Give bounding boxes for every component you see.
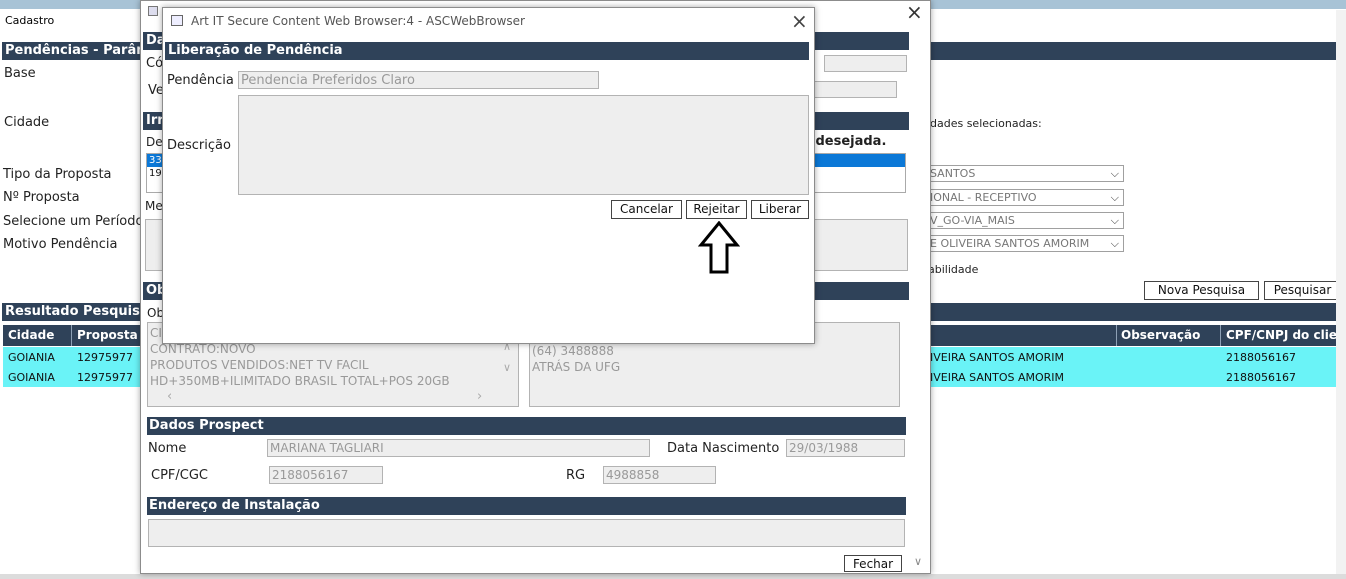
chevron-down-icon: ⌵ (1110, 191, 1119, 204)
cell-proposta: 12975977 (77, 351, 133, 364)
close-icon[interactable]: × (906, 0, 923, 24)
pendencia-label: Pendência (167, 73, 234, 88)
select-tipo-proposta[interactable]: SANTOS ⌵ (925, 165, 1124, 182)
pesquisar-button[interactable]: Pesquisar (1264, 281, 1341, 300)
obs-line: ATRÁS DA UFG (532, 360, 621, 374)
obs-line: PRODUTOS VENDIDOS:NET TV FACIL (150, 358, 369, 372)
page-scrollbar[interactable] (1336, 10, 1346, 575)
numero-proposta-label: Nº Proposta (3, 190, 80, 205)
col-divider (71, 325, 72, 346)
detail-window-icon (148, 6, 158, 16)
select-value: V_GO-VIA_MAIS (930, 214, 1015, 227)
data-nascimento-label: Data Nascimento (667, 441, 780, 456)
codigo-label: Có (146, 56, 164, 71)
base-label: Base (4, 66, 36, 81)
cell-vendedor: IVEIRA SANTOS AMORIM (930, 351, 1065, 364)
detail-scroll-down-icon[interactable]: ∨ (914, 555, 922, 568)
browser-window-icon (171, 15, 183, 26)
pendencia-field[interactable]: Pendencia Preferidos Claro (238, 71, 599, 89)
descricao-textarea[interactable] (238, 95, 809, 195)
rg-field[interactable]: 4988858 (603, 466, 716, 484)
tipo-proposta-label: Tipo da Proposta (3, 167, 112, 182)
dados-prospect-title: Dados Prospect (147, 417, 906, 435)
list-item[interactable]: 19 (149, 168, 162, 179)
cpf-field[interactable]: 2188056167 (269, 466, 383, 484)
cell-cidade: GOIANIA (8, 351, 55, 364)
motivo-label: Motivo Pendência (3, 237, 118, 252)
cell-proposta: 12975977 (77, 371, 133, 384)
obs-line: (64) 3488888 (532, 344, 614, 358)
cpf-label: CPF/CGC (151, 468, 209, 483)
obs-scroll-right-icon[interactable]: › (477, 389, 482, 404)
checkbox-label: abilidade (928, 263, 979, 276)
cell-cpf: 2188056167 (1226, 371, 1296, 384)
nome-label: Nome (148, 441, 187, 456)
select-periodo[interactable]: V_GO-VIA_MAIS ⌵ (925, 212, 1124, 229)
close-icon[interactable]: × (791, 9, 808, 33)
selected-units-note: dades selecionadas: (930, 117, 1042, 130)
select-value: E OLIVEIRA SANTOS AMORIM (930, 237, 1090, 250)
rejeitar-button[interactable]: Rejeitar (686, 200, 747, 219)
select-value: IONAL - RECEPTIVO (930, 191, 1037, 204)
col-divider (1116, 325, 1117, 346)
col-observacao[interactable]: Observação (1121, 328, 1200, 342)
col-proposta[interactable]: Proposta (77, 328, 138, 342)
obs-line: HD+350MB+ILIMITADO BRASIL TOTAL+POS 20GB (150, 374, 450, 388)
chevron-down-icon: ⌵ (1110, 214, 1119, 227)
cell-cidade: GOIANIA (8, 371, 55, 384)
cell-vendedor: IVEIRA SANTOS AMORIM (930, 371, 1065, 384)
endereco-field[interactable] (148, 519, 905, 547)
periodo-label: Selecione um Período (3, 214, 144, 229)
cancelar-button[interactable]: Cancelar (611, 200, 682, 219)
descricao-hint: De (146, 135, 163, 149)
cadastro-tab[interactable]: Cadastro (5, 14, 54, 27)
nova-pesquisa-button[interactable]: Nova Pesquisa (1144, 281, 1259, 300)
dialog-title: Art IT Secure Content Web Browser:4 - AS… (191, 14, 525, 28)
data-nascimento-field[interactable]: 29/03/1988 (786, 439, 905, 457)
select-canal[interactable]: IONAL - RECEPTIVO ⌵ (925, 189, 1124, 206)
select-value: SANTOS (930, 167, 976, 180)
list-item[interactable]: 33 (149, 155, 162, 166)
cell-cpf: 2188056167 (1226, 351, 1296, 364)
cidade-label: Cidade (4, 115, 50, 130)
endereco-title: Endereço de Instalação (147, 497, 906, 515)
rg-label: RG (566, 468, 586, 483)
col-cidade[interactable]: Cidade (8, 328, 54, 342)
bottom-status-bar (0, 574, 1346, 579)
descricao-label: Descrição (167, 138, 231, 153)
codigo-field[interactable] (824, 55, 907, 72)
select-vendedor[interactable]: E OLIVEIRA SANTOS AMORIM ⌵ (925, 235, 1124, 252)
chevron-down-icon: ⌵ (1110, 167, 1119, 180)
nome-field[interactable]: MARIANA TAGLIARI (267, 439, 650, 457)
obs-scroll-left-icon[interactable]: ‹ (167, 389, 172, 404)
vendedor-field[interactable] (812, 81, 897, 98)
mensagem-label: Me (145, 199, 163, 213)
obs-scroll-down-icon[interactable]: ∨ (503, 361, 511, 374)
fechar-button[interactable]: Fechar (844, 555, 902, 572)
arrow-up-icon (698, 221, 740, 274)
liberar-button[interactable]: Liberar (751, 200, 809, 219)
col-cpf[interactable]: CPF/CNPJ do clien (1226, 328, 1346, 342)
col-divider (1220, 325, 1221, 346)
liberacao-section-title: Liberação de Pendência (165, 42, 809, 60)
chevron-down-icon: ⌵ (1110, 237, 1119, 250)
